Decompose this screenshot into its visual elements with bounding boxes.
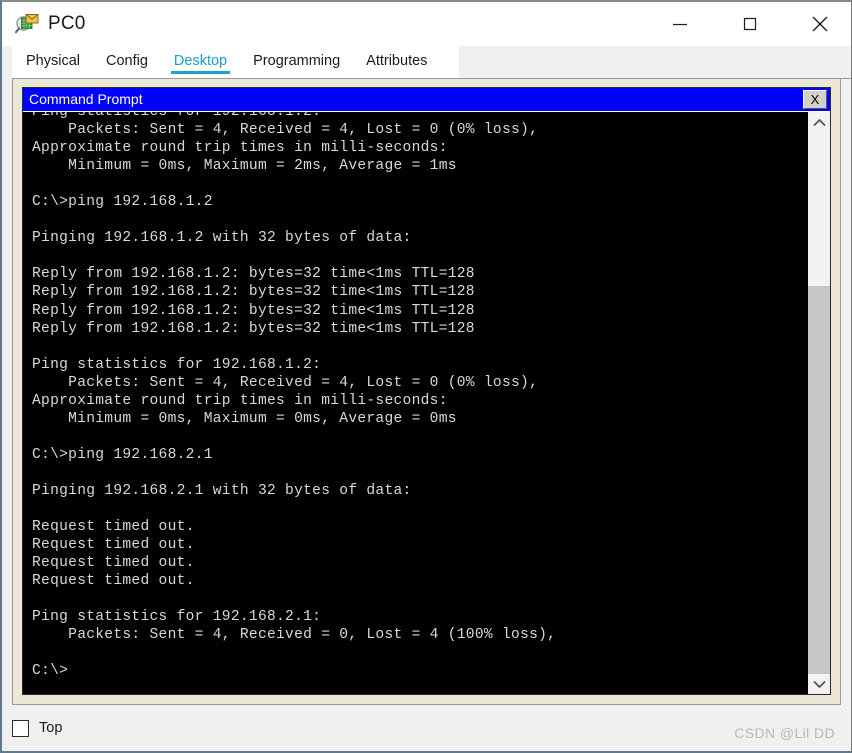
tab-physical[interactable]: Physical: [26, 46, 80, 79]
tab-config[interactable]: Config: [106, 46, 148, 79]
command-prompt-window: Command Prompt X Ping statistics for 192…: [22, 87, 831, 695]
window-titlebar: PC0: [2, 2, 851, 46]
top-checkbox-label: Top: [39, 720, 63, 736]
window-title: PC0: [48, 13, 86, 34]
tab-strip: Physical Config Desktop Programming Attr…: [12, 46, 459, 79]
pc-properties-window: PC0 Physical Config Desktop Programming …: [0, 0, 852, 753]
scroll-down-arrow-icon[interactable]: [808, 674, 830, 694]
scrollbar-track[interactable]: [808, 132, 830, 674]
command-prompt-titlebar: Command Prompt X: [23, 88, 830, 111]
close-button[interactable]: [797, 2, 843, 46]
watermark-text: CSDN @Lil DD: [734, 725, 835, 741]
command-prompt-body: Ping statistics for 192.168.1.2: Packets…: [23, 111, 830, 694]
packet-tracer-inspect-icon: [14, 11, 40, 37]
tab-desktop[interactable]: Desktop: [170, 46, 231, 79]
terminal-output-text: Ping statistics for 192.168.1.2: Packets…: [32, 112, 557, 680]
scrollbar-thumb[interactable]: [808, 286, 830, 674]
terminal-scrollbar[interactable]: [808, 112, 830, 694]
command-prompt-title: Command Prompt: [29, 91, 143, 107]
command-prompt-close-button[interactable]: X: [803, 90, 827, 109]
maximize-button[interactable]: [727, 2, 773, 46]
top-checkbox[interactable]: [12, 719, 29, 737]
window-footer: Top CSDN @Lil DD: [2, 705, 851, 751]
terminal-output-area[interactable]: Ping statistics for 192.168.1.2: Packets…: [23, 112, 808, 694]
minimize-button[interactable]: [657, 2, 703, 46]
scroll-up-arrow-icon[interactable]: [808, 112, 830, 132]
window-controls: [657, 2, 843, 46]
tab-programming[interactable]: Programming: [253, 46, 340, 79]
desktop-panel: Command Prompt X Ping statistics for 192…: [12, 79, 841, 705]
tab-strip-divider: [12, 78, 851, 79]
tab-strip-container: Physical Config Desktop Programming Attr…: [2, 46, 851, 79]
tab-attributes[interactable]: Attributes: [366, 46, 427, 79]
